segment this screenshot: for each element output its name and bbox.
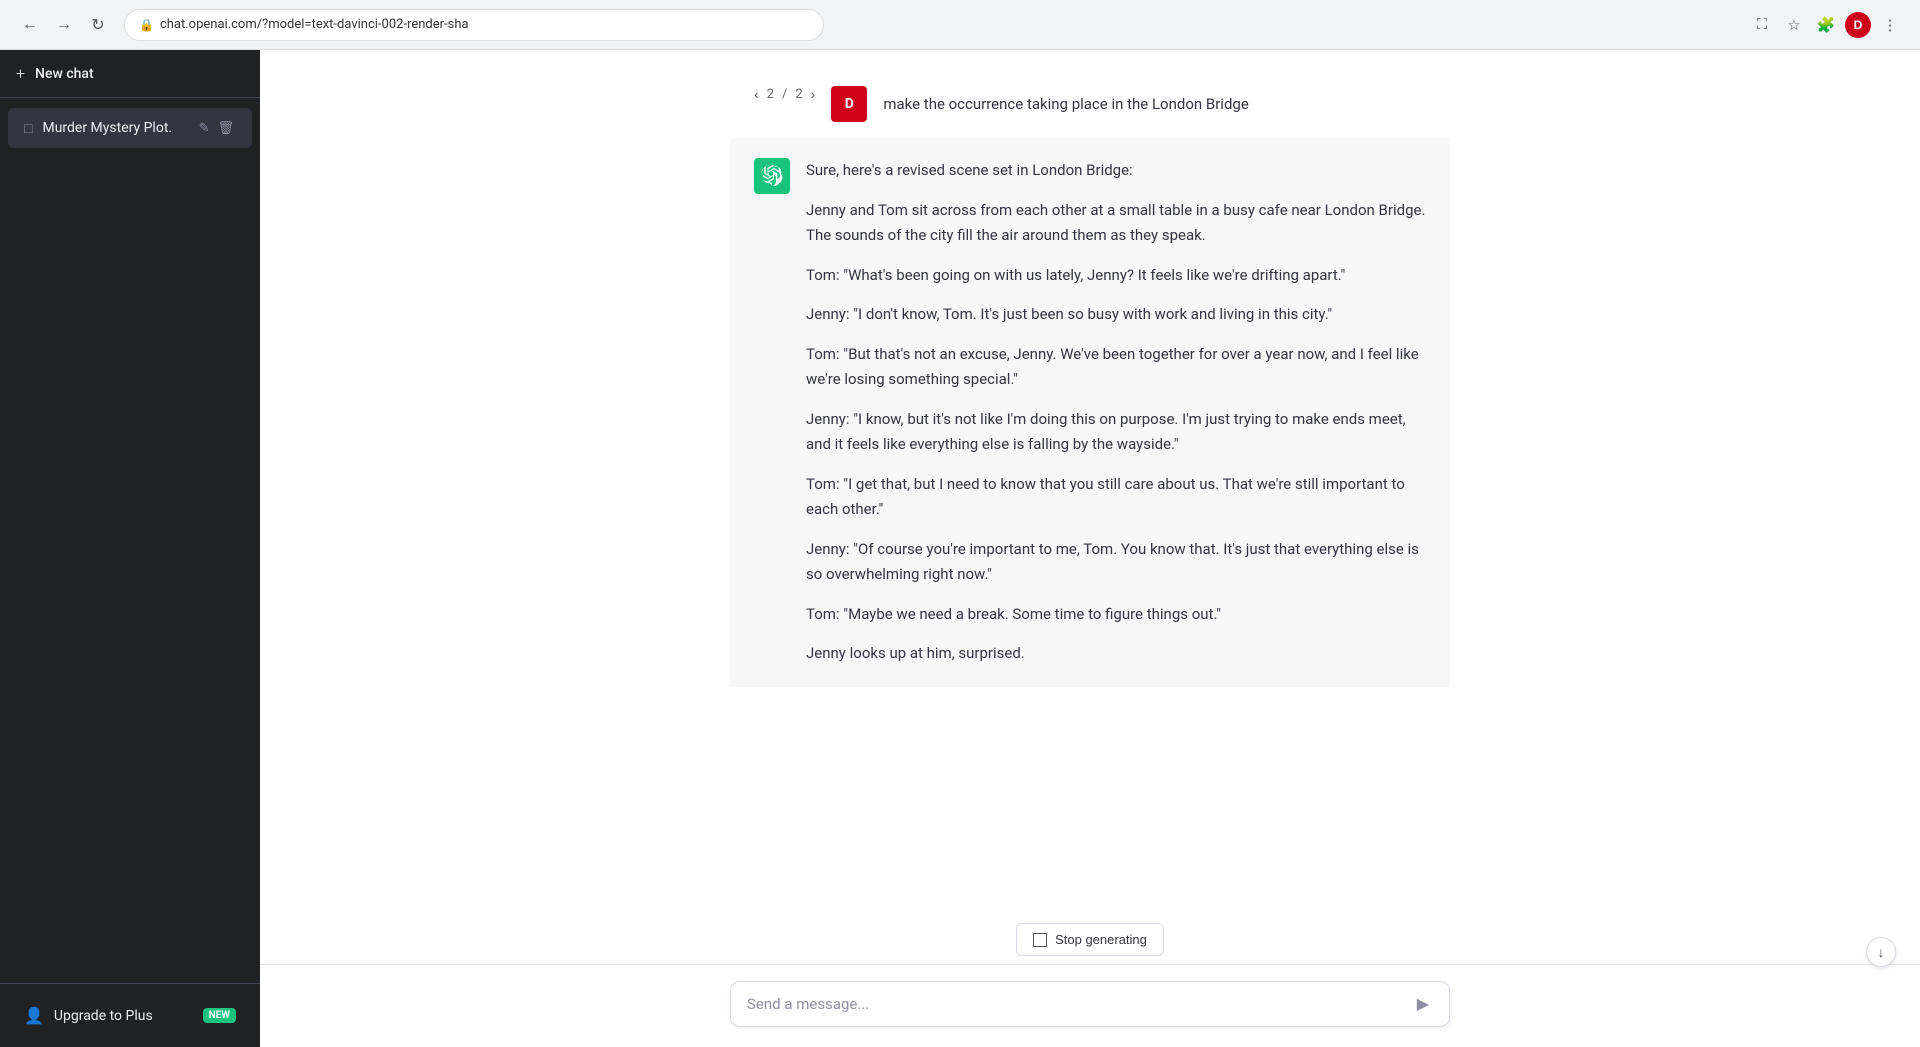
- browser-chrome: ← → ↻ 🔒 chat.openai.com/?model=text-davi…: [0, 0, 1920, 50]
- user-message-row: ‹ 2 / 2 › D make the occurrence taking p…: [754, 70, 1426, 138]
- assistant-para-8: Jenny looks up at him, surprised.: [806, 641, 1426, 667]
- sidebar-item-actions: ✎ 🗑: [197, 118, 236, 138]
- assistant-intro: Sure, here's a revised scene set in Lond…: [806, 158, 1426, 184]
- input-area: ▶: [260, 964, 1920, 1047]
- app-layout: + New chat □ Murder Mystery Plot. ✎ 🗑 👤 …: [0, 50, 1920, 1047]
- user-icon: 👤: [24, 1006, 44, 1025]
- upgrade-to-plus-button[interactable]: 👤 Upgrade to Plus NEW: [8, 996, 252, 1035]
- profile-button[interactable]: D: [1844, 11, 1872, 39]
- assistant-para-7: Tom: "Maybe we need a break. Some time t…: [806, 602, 1426, 628]
- chat-icon: □: [24, 120, 32, 137]
- openai-logo-icon: [761, 165, 783, 187]
- message-container: ‹ 2 / 2 › D make the occurrence taking p…: [730, 70, 1450, 687]
- new-chat-label: New chat: [35, 66, 94, 82]
- stop-generating-container: Stop generating: [260, 923, 1920, 956]
- scroll-down-button[interactable]: ↓: [1866, 937, 1896, 967]
- stop-generating-button[interactable]: Stop generating: [1016, 923, 1164, 956]
- browser-user-avatar: D: [1845, 12, 1871, 38]
- stop-icon: [1033, 933, 1047, 947]
- assistant-message-row: Sure, here's a revised scene set in Lond…: [730, 138, 1450, 687]
- message-input[interactable]: [747, 995, 1413, 1013]
- sidebar-items: □ Murder Mystery Plot. ✎ 🗑: [0, 98, 260, 983]
- new-badge: NEW: [203, 1008, 236, 1023]
- new-chat-button[interactable]: + New chat: [0, 50, 260, 98]
- send-button[interactable]: ▶: [1413, 992, 1433, 1016]
- browser-actions: ⛶ ☆ 🧩 D ⋮: [1748, 11, 1904, 39]
- prev-message-button[interactable]: ‹: [754, 86, 759, 102]
- main-wrapper: ‹ 2 / 2 › D make the occurrence taking p…: [260, 50, 1920, 1047]
- next-message-button[interactable]: ›: [811, 86, 816, 102]
- delete-button[interactable]: 🗑: [215, 118, 236, 138]
- back-button[interactable]: ←: [16, 11, 44, 39]
- assistant-para-1: Tom: "What's been going on with us latel…: [806, 263, 1426, 289]
- assistant-para-6: Jenny: "Of course you're important to me…: [806, 537, 1426, 588]
- assistant-message-text: Sure, here's a revised scene set in Lond…: [806, 158, 1426, 667]
- chat-area[interactable]: ‹ 2 / 2 › D make the occurrence taking p…: [260, 50, 1920, 923]
- bookmark-button[interactable]: ☆: [1780, 11, 1808, 39]
- plus-icon: +: [16, 64, 25, 83]
- upgrade-label: Upgrade to Plus: [54, 1008, 153, 1024]
- assistant-para-2: Jenny: "I don't know, Tom. It's just bee…: [806, 302, 1426, 328]
- message-nav-total: 2: [795, 87, 802, 102]
- address-bar[interactable]: 🔒 chat.openai.com/?model=text-davinci-00…: [124, 9, 824, 41]
- message-nav-separator: /: [782, 87, 787, 102]
- assistant-para-5: Tom: "I get that, but I need to know tha…: [806, 472, 1426, 523]
- user-message-text: make the occurrence taking place in the …: [883, 86, 1248, 116]
- sidebar-item-murder-mystery[interactable]: □ Murder Mystery Plot. ✎ 🗑: [8, 108, 252, 148]
- message-navigation: ‹ 2 / 2 ›: [754, 86, 815, 102]
- forward-button[interactable]: →: [50, 11, 78, 39]
- reload-button[interactable]: ↻: [84, 11, 112, 39]
- menu-button[interactable]: ⋮: [1876, 11, 1904, 39]
- message-nav-current: 2: [767, 87, 774, 102]
- user-avatar: D: [831, 86, 867, 122]
- share-button[interactable]: ⛶: [1748, 11, 1776, 39]
- assistant-para-4: Jenny: "I know, but it's not like I'm do…: [806, 407, 1426, 458]
- sidebar: + New chat □ Murder Mystery Plot. ✎ 🗑 👤 …: [0, 50, 260, 1047]
- url-text: chat.openai.com/?model=text-davinci-002-…: [160, 17, 469, 32]
- extensions-button[interactable]: 🧩: [1812, 11, 1840, 39]
- sidebar-item-label: Murder Mystery Plot.: [42, 120, 186, 136]
- input-wrapper: ▶: [730, 981, 1450, 1027]
- sidebar-footer: 👤 Upgrade to Plus NEW: [0, 983, 260, 1047]
- stop-generating-label: Stop generating: [1055, 932, 1147, 947]
- lock-icon: 🔒: [139, 18, 154, 32]
- edit-button[interactable]: ✎: [197, 118, 212, 138]
- assistant-para-0: Jenny and Tom sit across from each other…: [806, 198, 1426, 249]
- assistant-avatar: [754, 158, 790, 194]
- browser-nav-buttons: ← → ↻: [16, 11, 112, 39]
- assistant-para-3: Tom: "But that's not an excuse, Jenny. W…: [806, 342, 1426, 393]
- main-content: ‹ 2 / 2 › D make the occurrence taking p…: [260, 50, 1920, 1047]
